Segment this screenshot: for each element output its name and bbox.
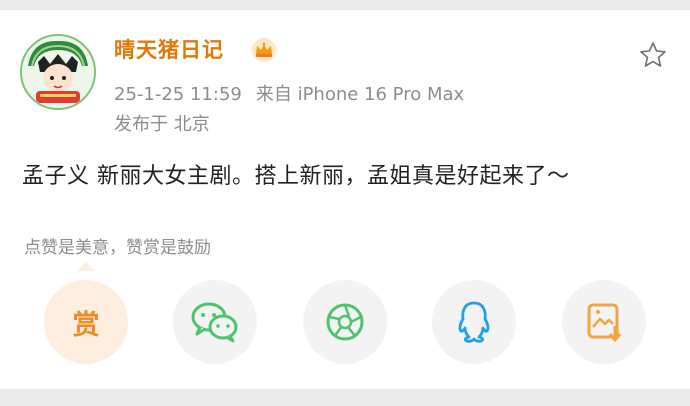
post-meta: 25-1-25 11:59 来自 iPhone 16 Pro Max: [114, 80, 464, 106]
star-icon[interactable]: [638, 40, 668, 70]
post-source: 来自 iPhone 16 Pro Max: [255, 84, 465, 105]
share-wechat-button[interactable]: [173, 280, 257, 364]
crown-icon: [252, 38, 276, 62]
post-content: 孟子义 新丽大女主剧。搭上新丽，孟姐真是好起来了～: [22, 164, 570, 189]
qq-icon: [458, 301, 490, 343]
reward-button-label: 赏: [72, 309, 100, 341]
share-qq-button[interactable]: [432, 280, 516, 364]
avatar[interactable]: [20, 34, 96, 110]
post-date: 25-1-25 11:59: [114, 84, 242, 105]
avatar-illustration: [22, 36, 94, 108]
share-moments-button[interactable]: [303, 280, 387, 364]
moments-icon: [326, 303, 364, 341]
reward-pointer: [77, 262, 95, 271]
save-image-button[interactable]: [562, 280, 646, 364]
reward-hint: 点赞是美意，赞赏是鼓励: [24, 238, 211, 258]
save-image-icon: [587, 303, 622, 342]
top-divider: [0, 0, 690, 10]
username[interactable]: 晴天猪日记: [114, 34, 224, 64]
reward-button[interactable]: 赏: [44, 280, 128, 364]
wechat-icon: [191, 302, 238, 343]
post-location: 发布于 北京: [114, 114, 210, 135]
bottom-divider: [0, 389, 690, 406]
